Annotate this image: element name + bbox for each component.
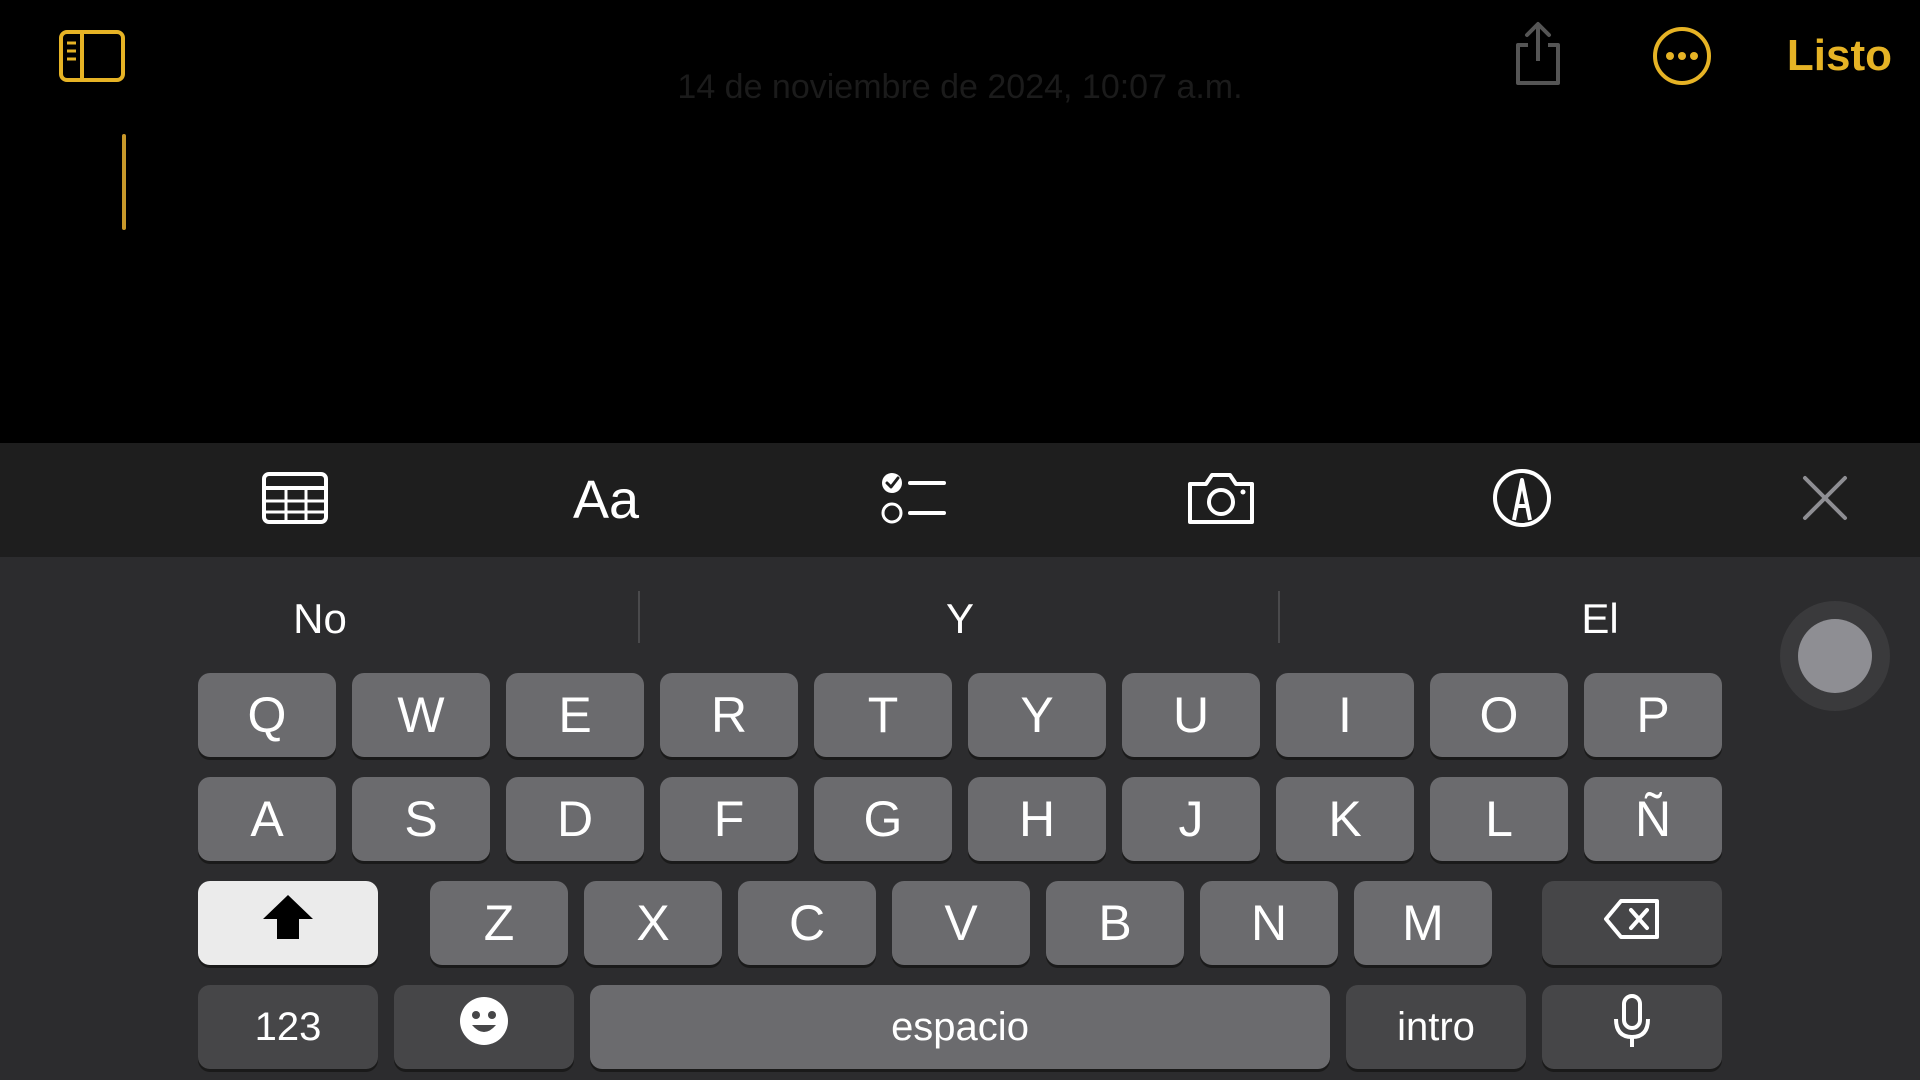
key-i[interactable]: I [1276, 673, 1414, 757]
key-t[interactable]: T [814, 673, 952, 757]
backspace-icon [1603, 894, 1661, 952]
close-icon [1801, 474, 1849, 527]
numbers-key[interactable]: 123 [198, 985, 378, 1069]
return-key[interactable]: intro [1346, 985, 1526, 1069]
camera-icon [1186, 470, 1256, 531]
key-l[interactable]: L [1430, 777, 1568, 861]
ellipsis-circle-icon [1652, 26, 1712, 91]
key-d[interactable]: D [506, 777, 644, 861]
key-w[interactable]: W [352, 673, 490, 757]
microphone-icon [1612, 993, 1652, 1061]
key-e[interactable]: E [506, 673, 644, 757]
share-button[interactable] [1506, 20, 1570, 92]
suggestion-divider [1278, 591, 1280, 643]
key-g[interactable]: G [814, 777, 952, 861]
note-date: 14 de noviembre de 2024, 10:07 a.m. [677, 68, 1243, 106]
suggestion-divider [638, 591, 640, 643]
close-toolbar-button[interactable] [1790, 443, 1860, 557]
key-a[interactable]: A [198, 777, 336, 861]
dictation-key[interactable] [1542, 985, 1722, 1069]
key-s[interactable]: S [352, 777, 490, 861]
key-x[interactable]: X [584, 881, 722, 965]
key-n-tilde[interactable]: Ñ [1584, 777, 1722, 861]
key-q[interactable]: Q [198, 673, 336, 757]
key-o[interactable]: O [1430, 673, 1568, 757]
key-m[interactable]: M [1354, 881, 1492, 965]
key-n[interactable]: N [1200, 881, 1338, 965]
text-format-button[interactable]: Aa [556, 443, 656, 557]
share-icon [1510, 21, 1566, 92]
markup-button[interactable] [1480, 443, 1564, 557]
key-b[interactable]: B [1046, 881, 1184, 965]
key-r[interactable]: R [660, 673, 798, 757]
text-cursor [122, 134, 126, 230]
top-bar: 14 de noviembre de 2024, 10:07 a.m. List… [0, 0, 1920, 130]
space-key[interactable]: espacio [590, 985, 1330, 1069]
key-y[interactable]: Y [968, 673, 1106, 757]
emoji-face-icon [458, 995, 510, 1059]
emoji-key[interactable] [394, 985, 574, 1069]
keyboard: No Y El Q W E R T Y U I O P A S D F G H … [0, 557, 1920, 1080]
checklist-icon [880, 469, 946, 532]
cursor-handle-knob [1798, 619, 1872, 693]
key-j[interactable]: J [1122, 777, 1260, 861]
done-button[interactable]: Listo [1752, 24, 1892, 88]
shift-key[interactable] [198, 881, 378, 965]
camera-button[interactable] [1176, 443, 1266, 557]
key-p[interactable]: P [1584, 673, 1722, 757]
suggestion-item[interactable]: No [110, 579, 530, 659]
formatting-toolbar: Aa [0, 443, 1920, 557]
backspace-key[interactable] [1542, 881, 1722, 965]
checklist-button[interactable] [868, 443, 958, 557]
more-options-button[interactable] [1652, 26, 1712, 91]
suggestion-item[interactable]: Y [750, 579, 1170, 659]
key-c[interactable]: C [738, 881, 876, 965]
table-icon [261, 471, 329, 530]
key-z[interactable]: Z [430, 881, 568, 965]
key-k[interactable]: K [1276, 777, 1414, 861]
markup-pen-icon [1492, 468, 1552, 533]
key-u[interactable]: U [1122, 673, 1260, 757]
table-button[interactable] [250, 443, 340, 557]
key-f[interactable]: F [660, 777, 798, 861]
floating-cursor-handle[interactable] [1780, 601, 1890, 711]
key-v[interactable]: V [892, 881, 1030, 965]
suggestion-item[interactable]: El [1390, 579, 1810, 659]
shift-icon [261, 893, 315, 953]
text-format-icon: Aa [572, 470, 640, 530]
key-h[interactable]: H [968, 777, 1106, 861]
